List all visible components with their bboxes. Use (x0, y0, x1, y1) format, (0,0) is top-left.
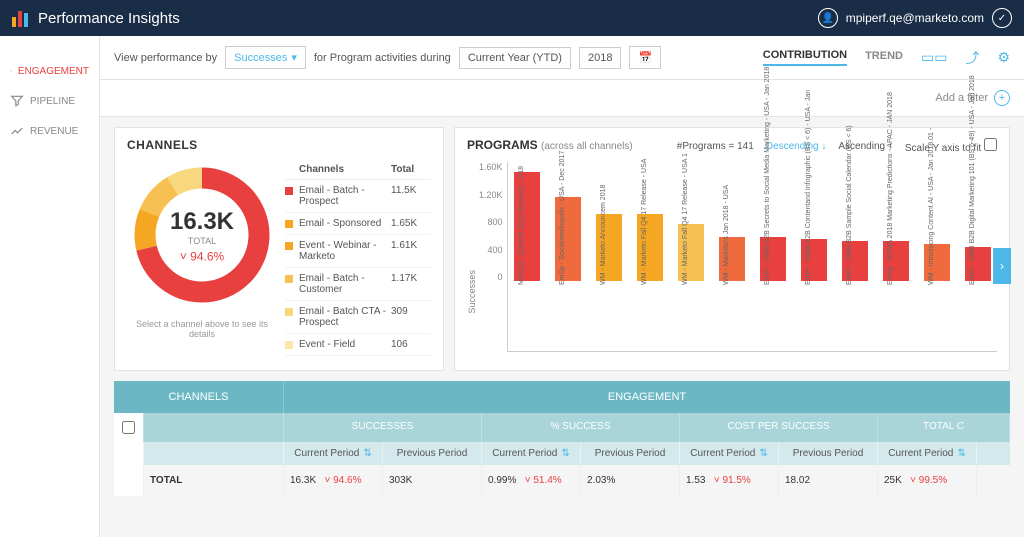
chevron-down-icon: ▾ (291, 51, 297, 64)
y-axis-label: Successes (467, 200, 477, 314)
channel-swatch (285, 308, 293, 316)
col-successes-current[interactable]: Current Period⇅ (284, 442, 383, 465)
bar[interactable]: EmPr - SWB B2B Secrets to Social Media M… (754, 237, 792, 351)
channel-row[interactable]: Event - Field106 (285, 334, 431, 356)
next-page-button[interactable]: › (993, 248, 1011, 284)
channel-swatch (285, 275, 293, 283)
add-filter-button[interactable]: + (994, 90, 1010, 106)
channels-table[interactable]: ChannelsTotal Email - Batch - Prospect11… (285, 160, 431, 360)
user-icon: 👤 (818, 8, 838, 28)
tab-trend[interactable]: TREND (865, 50, 903, 65)
y-axis-ticks: 1.60K1.20K8004000 (479, 162, 507, 352)
bar[interactable]: EmPr - SWB B2B Contentand Infographic (B… (795, 239, 833, 351)
sidebar: ENGAGEMENT PIPELINE REVENUE (0, 36, 100, 537)
col-pct-previous[interactable]: Previous Period (581, 442, 680, 465)
user-email: mpiperf.qe@marketo.com (846, 11, 984, 25)
bar[interactable]: WM - Marketo Announcem 2018 (590, 214, 628, 352)
channel-swatch (285, 341, 293, 349)
col-group-successes[interactable]: SUCCESSES (284, 413, 482, 442)
sub-filter-bar: Add a filter + (100, 80, 1024, 117)
col-pct-current[interactable]: Current Period⇅ (482, 442, 581, 465)
col-group-pct-success[interactable]: % SUCCESS (482, 413, 680, 442)
channel-row[interactable]: Email - Sponsored1.65K (285, 213, 431, 235)
main-content: View performance by Successes ▾ for Prog… (100, 36, 1024, 537)
year-dropdown[interactable]: 2018 (579, 47, 621, 69)
filter-prefix: View performance by (114, 52, 217, 64)
metric-dropdown[interactable]: Successes ▾ (225, 46, 306, 69)
table-header-engagement: ENGAGEMENT (284, 381, 1010, 413)
channels-hint: Select a channel above to see its detail… (127, 319, 277, 339)
settings-icon[interactable]: ⚙ (997, 49, 1010, 66)
bar[interactable]: EmPr - SWB B2B Digital Marketing 101 (BS… (959, 247, 997, 352)
bar[interactable]: WM - Marketo Fall Q4 17 Release - USA (631, 214, 669, 352)
channel-row[interactable]: Email - Batch - Customer1.17K (285, 268, 431, 301)
col-group-cost-per-success[interactable]: COST PER SUCCESS (680, 413, 878, 442)
pipeline-icon (10, 94, 24, 108)
channel-row[interactable]: Email - Batch CTA - Prospect309 (285, 301, 431, 334)
bar[interactable]: WM - Introducing Content AI - USA - Jan … (918, 244, 956, 352)
layout-icon[interactable]: ▭▭ (921, 49, 947, 66)
topbar: Performance Insights 👤 mpiperf.qe@market… (0, 0, 1024, 36)
add-filter-label: Add a filter (935, 92, 988, 104)
table-header-channels: CHANNELS (114, 381, 284, 413)
bar[interactable]: EmSp - ADMA 2018 Marketing Predictions -… (877, 241, 915, 351)
programs-panel: PROGRAMS (across all channels) #Programs… (454, 127, 1010, 371)
col-cps-previous[interactable]: Previous Period (779, 442, 878, 465)
bar[interactable]: WM - Marketo Fall Q4 17 Release - USA 1 (672, 224, 710, 351)
col-successes-previous[interactable]: Previous Period (383, 442, 482, 465)
bar[interactable]: EmPr - SWB B2B Sample Social Calendar (B… (836, 241, 874, 352)
sort-descending[interactable]: Descending ↓ (766, 141, 827, 152)
channel-row[interactable]: Email - Batch - Prospect11.5K (285, 180, 431, 213)
user-menu[interactable]: 👤 mpiperf.qe@marketo.com ✓ (818, 8, 1012, 28)
col-group-total-cost[interactable]: TOTAL C (878, 413, 1010, 442)
app-title: Performance Insights (38, 10, 180, 27)
select-all-checkbox[interactable] (122, 421, 135, 434)
programs-count: #Programs = 141 (677, 141, 754, 152)
channels-donut[interactable]: 16.3K TOTAL ˅ 94.6% Select a channel abo… (127, 160, 277, 360)
bar[interactable]: WM - Marketo's Jan 2018 - USA (713, 237, 751, 351)
channel-row[interactable]: Website7 (285, 356, 431, 360)
filter-middle: for Program activities during (314, 52, 451, 64)
calendar-button[interactable]: 📅 (629, 46, 661, 69)
channels-title: CHANNELS (127, 138, 431, 152)
scale-y-checkbox[interactable] (984, 138, 997, 151)
programs-title: PROGRAMS (467, 138, 538, 152)
engagement-icon (10, 64, 12, 78)
data-table: CHANNELS ENGAGEMENT SUCCESSES % SUCCESS … (114, 381, 1010, 496)
table-row-total: TOTAL 16.3K ˅ 94.6% 303K 0.99% ˅ 51.4% 2… (114, 465, 1010, 496)
export-icon[interactable]: ⤴ (965, 48, 979, 68)
scale-y-label: Scale Y axis to fit (905, 138, 997, 154)
col-tc-current[interactable]: Current Period⇅ (878, 442, 977, 465)
sidebar-item-engagement[interactable]: ENGAGEMENT (0, 56, 99, 86)
revenue-icon (10, 124, 24, 138)
col-cps-current[interactable]: Current Period⇅ (680, 442, 779, 465)
filter-bar: View performance by Successes ▾ for Prog… (100, 36, 1024, 80)
bar[interactable]: MNS18 - Summit 2018 Reviews - 1/18 (508, 172, 546, 351)
channel-swatch (285, 242, 293, 250)
tab-contribution[interactable]: CONTRIBUTION (763, 49, 847, 66)
sidebar-item-pipeline[interactable]: PIPELINE (0, 86, 99, 116)
svg-text:˅ 94.6%: ˅ 94.6% (180, 250, 225, 264)
sidebar-item-revenue[interactable]: REVENUE (0, 116, 99, 146)
app-logo (12, 9, 28, 27)
channels-panel: CHANNELS 16.3K TOTAL ˅ 94.6% Select a ch (114, 127, 444, 371)
channel-swatch (285, 220, 293, 228)
bar[interactable]: EmSp - Socialmediopolis - USA - Dec 2017 (549, 197, 587, 351)
programs-barchart: Successes 1.60K1.20K8004000 MNS18 - Summ… (467, 162, 997, 352)
svg-text:TOTAL: TOTAL (188, 236, 216, 246)
channel-row[interactable]: Event - Webinar - Marketo1.61K (285, 235, 431, 268)
period-dropdown[interactable]: Current Year (YTD) (459, 47, 571, 69)
channel-swatch (285, 187, 293, 195)
svg-text:16.3K: 16.3K (170, 208, 235, 235)
programs-subtitle: (across all channels) (541, 141, 633, 152)
help-icon[interactable]: ✓ (992, 8, 1012, 28)
